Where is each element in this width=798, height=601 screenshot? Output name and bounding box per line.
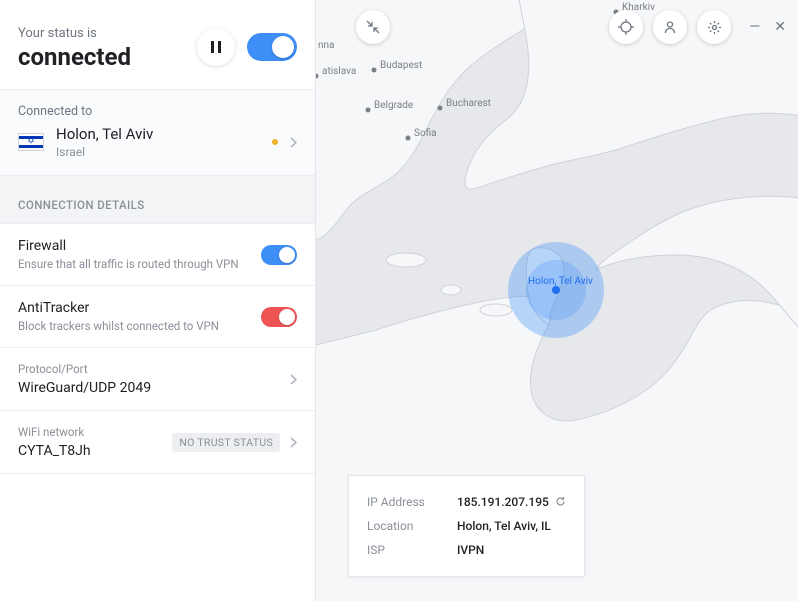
status-text: Your status is connected [18,22,131,71]
antitracker-toggle[interactable] [261,307,297,327]
collapse-map-button[interactable] [356,10,390,44]
connection-details-header: CONNECTION DETAILS [0,176,315,224]
city-marker: Budapest [372,60,423,73]
antitracker-option: AntiTracker Block trackers whilst connec… [0,286,315,348]
wifi-trust-badge: NO TRUST STATUS [172,433,280,452]
svg-text:Belgrade: Belgrade [374,100,413,111]
firewall-sub: Ensure that all traffic is routed throug… [18,257,239,271]
connected-to-label: Connected to [18,104,297,119]
refresh-icon [555,496,566,507]
protocol-label: Protocol/Port [18,362,151,376]
close-button[interactable]: ✕ [774,20,786,34]
location-dot-icon [552,286,560,294]
isp-value: IVPN [457,538,566,562]
loc-label: Location [367,514,457,538]
collapse-icon [366,20,380,34]
gear-icon [707,20,722,35]
connect-toggle[interactable] [247,33,297,61]
server-city: Holon, Tel Aviv [56,125,260,143]
status-block: Your status is connected [0,0,315,90]
info-row-ip: IP Address 185.191.207.195 [367,490,566,514]
antitracker-sub: Block trackers whilst connected to VPN [18,319,219,333]
svg-text:Budapest: Budapest [380,60,422,71]
status-controls [197,28,297,66]
info-row-isp: ISP IVPN [367,538,566,562]
pause-icon [211,41,221,53]
wifi-option[interactable]: WiFi network CYTA_T8Jh NO TRUST STATUS [0,411,315,474]
firewall-option: Firewall Ensure that all traffic is rout… [0,224,315,286]
status-state: connected [18,43,131,71]
server-name: Holon, Tel Aviv Israel [56,125,260,159]
server-country: Israel [56,145,260,159]
locate-button[interactable] [609,10,643,44]
isp-label: ISP [367,538,457,562]
city-marker: atislava [316,66,356,79]
refresh-ip-button[interactable] [555,495,566,509]
ip-value: 185.191.207.195 [457,495,549,509]
svg-text:Sofia: Sofia [414,127,437,139]
pause-button[interactable] [197,28,235,66]
wifi-label: WiFi network [18,425,91,439]
info-row-location: Location Holon, Tel Aviv, IL [367,514,566,538]
chevron-right-icon [290,433,297,452]
antitracker-title: AntiTracker [18,300,219,316]
wifi-value: CYTA_T8Jh [18,443,91,459]
window-controls: — ✕ [749,20,786,34]
sidebar: Your status is connected Connected to ✡ … [0,0,316,601]
map[interactable]: KharkivnnaatislavaBudapestBelgradeBuchar… [316,0,798,601]
loc-value: Holon, Tel Aviv, IL [457,514,566,538]
minimize-button[interactable]: — [749,20,760,34]
location-label: Holon, Tel Aviv [528,276,593,287]
crosshair-icon [618,19,634,35]
status-prefix: Your status is [18,26,97,41]
load-indicator-icon [272,139,278,145]
user-icon [663,20,677,34]
server-block: Connected to ✡ Holon, Tel Aviv Israel [0,90,315,176]
connection-info-card: IP Address 185.191.207.195 Location Holo… [348,475,585,577]
chevron-right-icon [290,133,297,152]
server-selector[interactable]: ✡ Holon, Tel Aviv Israel [18,125,297,159]
ip-label: IP Address [367,490,457,514]
protocol-value: WireGuard/UDP 2049 [18,380,151,396]
account-button[interactable] [653,10,687,44]
city-marker: nna [316,40,334,53]
chevron-right-icon [290,370,297,389]
svg-text:atislava: atislava [322,66,356,77]
city-marker: Bucharest [438,98,491,111]
protocol-option[interactable]: Protocol/Port WireGuard/UDP 2049 [0,348,315,411]
firewall-toggle[interactable] [261,245,297,265]
svg-text:nna: nna [318,40,334,51]
firewall-title: Firewall [18,238,239,254]
svg-text:Bucharest: Bucharest [446,98,491,109]
settings-button[interactable] [697,10,731,44]
israel-flag-icon: ✡ [18,133,44,151]
